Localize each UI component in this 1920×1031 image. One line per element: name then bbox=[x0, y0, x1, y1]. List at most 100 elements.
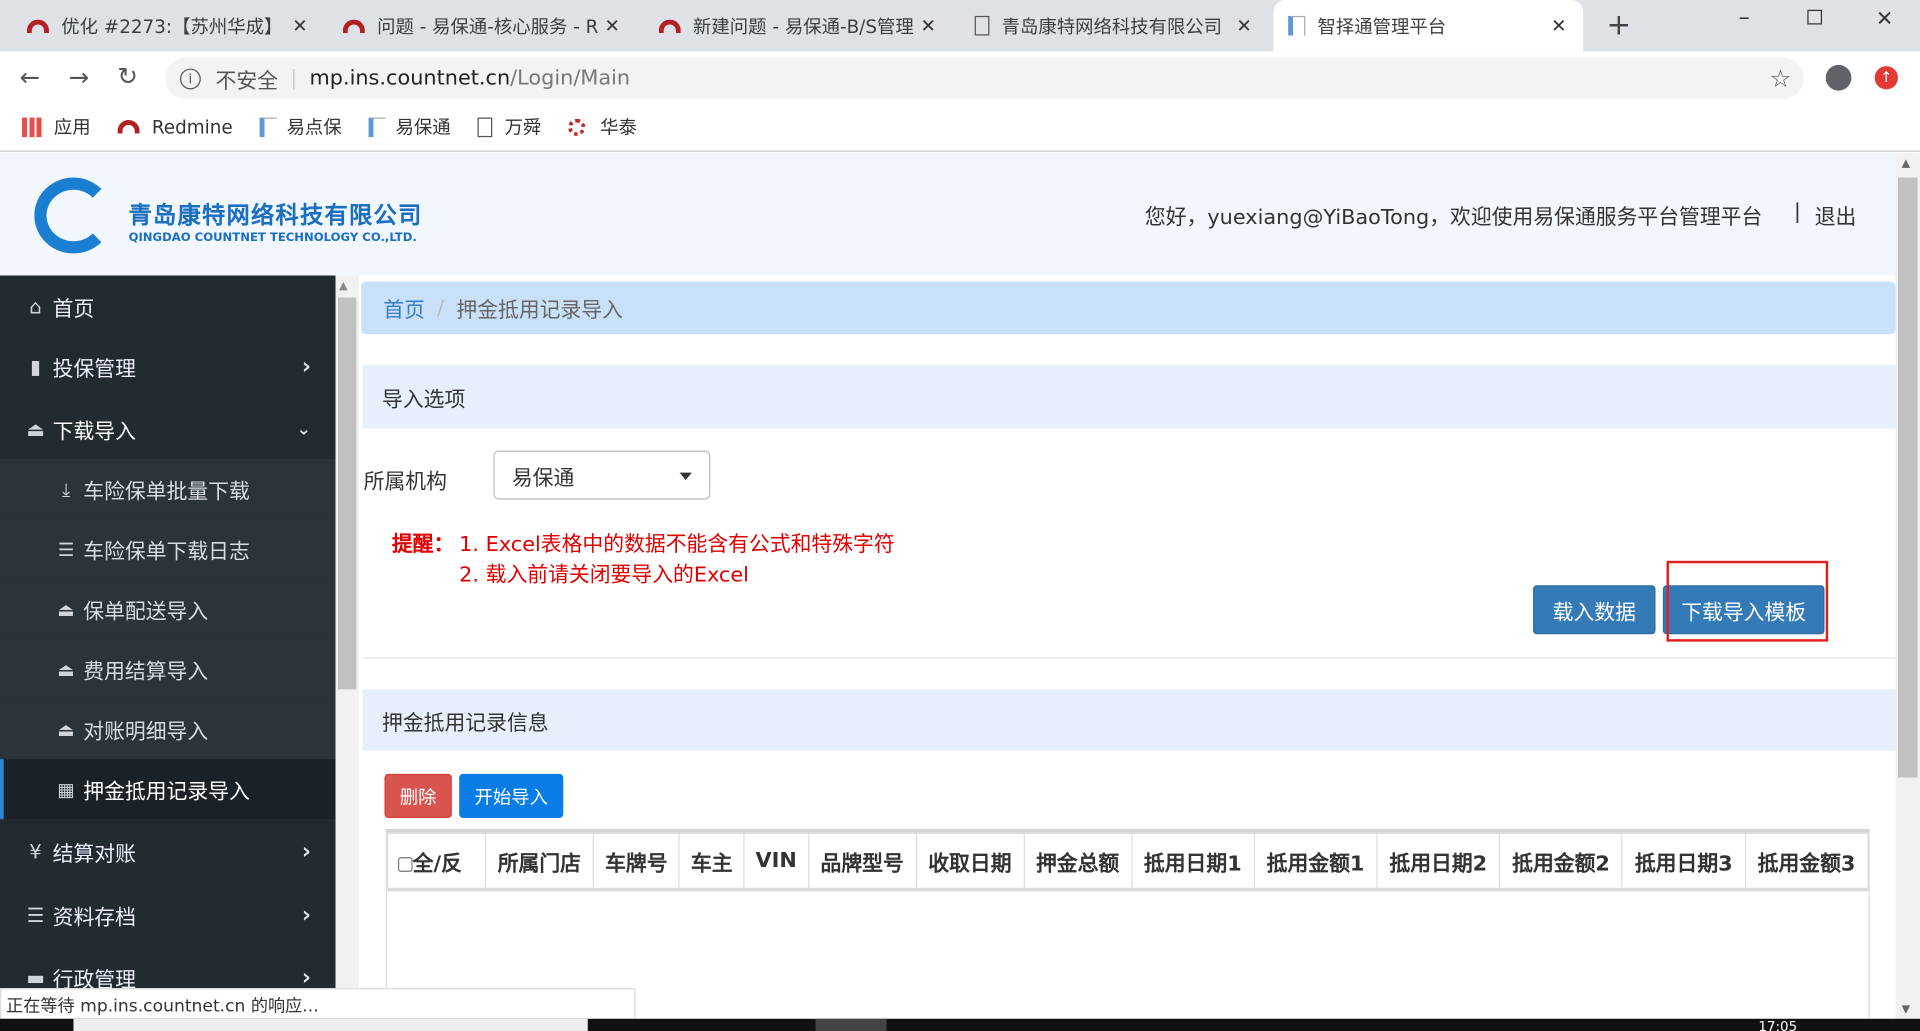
info-icon[interactable]: i bbox=[180, 67, 201, 89]
reminder-text: 2. 载入前请关闭要导入的Excel bbox=[459, 563, 749, 588]
bookmark-star-icon[interactable]: ☆ bbox=[1769, 64, 1791, 93]
sidebar-item-archive[interactable]: ☰ 资料存档 › bbox=[0, 884, 336, 946]
redmine-icon bbox=[342, 18, 365, 33]
close-tab-icon[interactable]: ✕ bbox=[290, 15, 310, 37]
browser-tab[interactable]: 青岛康特网络科技有限公司 ✕ bbox=[960, 0, 1269, 51]
caret-down-icon bbox=[679, 472, 692, 486]
chevron-right-icon: › bbox=[301, 353, 312, 380]
back-button[interactable]: ← bbox=[20, 62, 41, 91]
address-bar[interactable]: i 不安全 | mp.ins.countnet.cn/Login/Main ☆ bbox=[165, 57, 1804, 100]
chevron-down-icon: ⌄ bbox=[296, 419, 312, 439]
load-data-button[interactable]: 载入数据 bbox=[1533, 585, 1656, 635]
company-name-en: QINGDAO COUNTNET TECHNOLOGY CO.,LTD. bbox=[128, 231, 417, 245]
taskbar-app[interactable] bbox=[815, 1018, 887, 1031]
browser-tab[interactable]: 优化 #2273:【苏州华成】 ✕ bbox=[12, 0, 324, 51]
update-icon[interactable]: ↑ bbox=[1874, 66, 1898, 90]
org-label: 所属机构 bbox=[363, 470, 447, 495]
sidebar-scrollbar[interactable]: ▲ bbox=[335, 275, 359, 1019]
upload-icon: ⏏ bbox=[57, 598, 75, 621]
forward-button[interactable]: → bbox=[69, 62, 90, 91]
scroll-down-icon[interactable]: ▼ bbox=[1902, 1004, 1910, 1016]
minimize-button[interactable]: – bbox=[1739, 5, 1750, 31]
column-header: 抵用金额2 bbox=[1499, 832, 1624, 891]
column-header: 车牌号 bbox=[592, 832, 681, 891]
scrollbar-thumb[interactable] bbox=[337, 297, 357, 690]
column-header: 所属门店 bbox=[484, 832, 594, 891]
column-header: 抵用日期3 bbox=[1621, 832, 1746, 891]
reload-button[interactable]: ↻ bbox=[118, 61, 139, 90]
panel-title: 导入选项 bbox=[362, 364, 1896, 429]
column-header: 收取日期 bbox=[915, 832, 1025, 891]
profile-icon[interactable] bbox=[1825, 64, 1852, 91]
close-tab-icon[interactable]: ✕ bbox=[602, 15, 622, 37]
tab-strip: 优化 #2273:【苏州华成】 ✕ 问题 - 易保通-核心服务 - R ✕ 新建问题… bbox=[0, 0, 1920, 52]
doc-icon bbox=[368, 116, 386, 137]
list-icon: ☰ bbox=[26, 903, 45, 927]
taskbar-app[interactable] bbox=[73, 1018, 588, 1031]
reminder-text: 1. Excel表格中的数据不能含有公式和特殊字符 bbox=[459, 532, 895, 558]
sidebar-item-home[interactable]: ⌂ 首页 bbox=[0, 276, 336, 338]
close-tab-icon[interactable]: ✕ bbox=[1234, 15, 1254, 37]
submenu-item-active[interactable]: ▦ 押金抵用记录导入 bbox=[0, 759, 336, 820]
column-header: 抵用金额3 bbox=[1744, 832, 1869, 891]
clock: 17:05 bbox=[1758, 1018, 1798, 1031]
huatai-icon bbox=[568, 118, 586, 136]
submenu-item[interactable]: ⏏ 对账明细导入 bbox=[0, 699, 336, 760]
close-tab-icon[interactable]: ✕ bbox=[1549, 15, 1569, 37]
redmine-icon bbox=[26, 18, 49, 33]
close-tab-icon[interactable]: ✕ bbox=[918, 15, 938, 37]
browser-tab-active[interactable]: 智择通管理平台 ✕ bbox=[1273, 0, 1584, 52]
page-scrollbar[interactable]: ▲ ▼ bbox=[1895, 153, 1920, 1019]
sidebar-item-download-import[interactable]: ⏏ 下载导入 ⌄ bbox=[0, 398, 336, 460]
close-window-button[interactable]: ✕ bbox=[1876, 7, 1893, 31]
company-name: 青岛康特网络科技有限公司 bbox=[128, 202, 423, 229]
file-icon: ▮ bbox=[30, 355, 41, 379]
breadcrumb-home[interactable]: 首页 bbox=[383, 293, 425, 323]
doc-icon bbox=[259, 116, 277, 137]
redmine-icon bbox=[658, 18, 681, 33]
reminder-label: 提醒： bbox=[391, 532, 455, 558]
chevron-right-icon: › bbox=[301, 964, 312, 991]
bookmark-yidianbao[interactable]: 易点保 bbox=[259, 114, 342, 140]
bookmark-redmine[interactable]: Redmine bbox=[117, 116, 233, 138]
delete-button[interactable]: 删除 bbox=[384, 773, 452, 818]
chevron-right-icon: › bbox=[301, 838, 312, 865]
taskbar: 17:05 bbox=[0, 1018, 1920, 1031]
bookmark-wanshun[interactable]: 万舜 bbox=[477, 114, 541, 140]
doc-icon bbox=[1288, 15, 1306, 36]
column-header: 抵用日期2 bbox=[1376, 832, 1501, 891]
scroll-up-icon[interactable]: ▲ bbox=[339, 280, 347, 292]
column-header: 车主 bbox=[678, 832, 745, 891]
bookmark-yibaotong[interactable]: 易保通 bbox=[368, 114, 451, 140]
upload-icon: ⏏ bbox=[26, 417, 45, 441]
column-header: 抵用日期1 bbox=[1130, 832, 1255, 891]
bookmark-huatai[interactable]: 华泰 bbox=[568, 114, 637, 140]
submenu-item[interactable]: ⏏ 费用结算导入 bbox=[0, 639, 336, 700]
sidebar: ⌂ 首页 ▮ 投保管理 › ⏏ 下载导入 ⌄ ⤓ 车险保单批量下载 ☰ 车险保单下载日志 ⏏ 保… bbox=[0, 275, 336, 1019]
browser-tab[interactable]: 问题 - 易保通-核心服务 - R ✕ bbox=[328, 0, 637, 51]
new-tab-button[interactable]: + bbox=[1607, 7, 1632, 41]
breadcrumb-current: 押金抵用记录导入 bbox=[456, 298, 623, 324]
scrollbar-thumb[interactable] bbox=[1897, 177, 1918, 778]
submenu-item[interactable]: ☰ 车险保单下载日志 bbox=[0, 519, 336, 580]
logout-link[interactable]: 退出 bbox=[1815, 200, 1857, 230]
redmine-icon bbox=[117, 120, 140, 134]
select-all-checkbox[interactable] bbox=[397, 856, 413, 872]
upload-icon: ⏏ bbox=[57, 718, 75, 741]
page-icon bbox=[974, 15, 990, 36]
browser-tab[interactable]: 新建问题 - 易保通-B/S管理 ✕ bbox=[644, 0, 953, 51]
greeting-text: 您好，yuexiang@YiBaoTong，欢迎使用易保通服务平台管理平台 bbox=[1144, 205, 1763, 231]
sidebar-item-settlement[interactable]: ¥ 结算对账 › bbox=[0, 820, 336, 882]
scroll-up-icon[interactable]: ▲ bbox=[1902, 158, 1910, 170]
list-icon: ☰ bbox=[57, 538, 75, 561]
column-header: VIN bbox=[743, 832, 809, 891]
home-icon: ⌂ bbox=[29, 295, 42, 319]
restore-button[interactable] bbox=[1807, 9, 1823, 25]
submenu-item[interactable]: ⏏ 保单配送导入 bbox=[0, 579, 336, 640]
sidebar-item-insurance[interactable]: ▮ 投保管理 › bbox=[0, 336, 336, 398]
start-import-button[interactable]: 开始导入 bbox=[459, 773, 564, 818]
submenu-item[interactable]: ⤓ 车险保单批量下载 bbox=[0, 459, 336, 520]
org-select[interactable]: 易保通 bbox=[493, 450, 711, 500]
table-header-row: 全/反 所属门店 车牌号 车主 VIN 品牌型号 收取日期 押金总额 抵用日期1… bbox=[386, 832, 1869, 891]
bookmark-apps[interactable]: 应用 bbox=[22, 114, 91, 140]
